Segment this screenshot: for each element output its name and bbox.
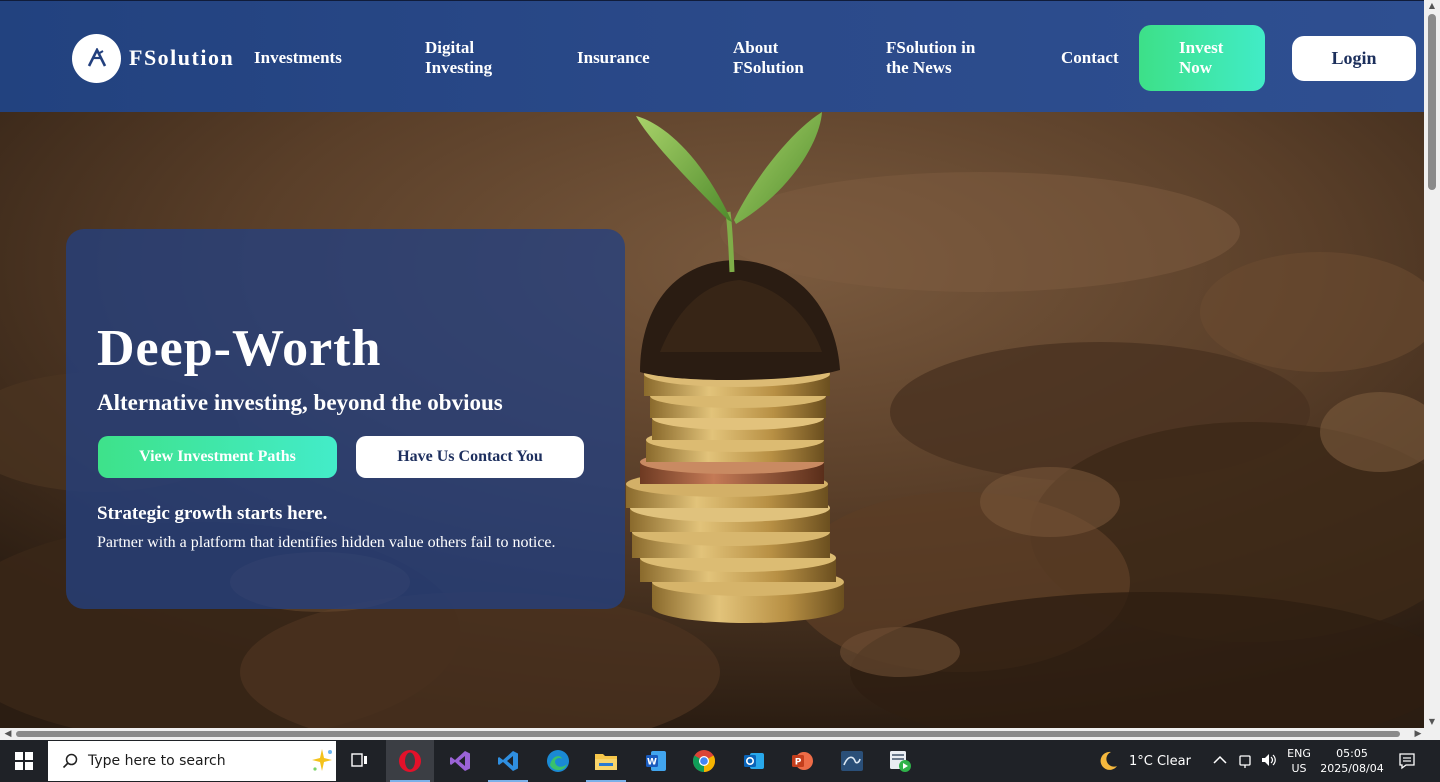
outlook-icon[interactable] (730, 740, 778, 782)
clock-time: 05:05 (1336, 747, 1368, 760)
brand[interactable]: FSolution (72, 33, 234, 83)
brand-name: FSolution (129, 45, 235, 70)
login-button[interactable]: Login (1292, 36, 1416, 81)
vertical-scrollbar[interactable]: ▲ ▼ (1424, 0, 1440, 728)
horizontal-scrollbar[interactable]: ◀ ▶ (0, 728, 1440, 740)
svg-text:P: P (795, 758, 802, 768)
browser-viewport: FSolution Investments Digital Investing … (0, 0, 1424, 728)
network-icon[interactable] (1238, 753, 1252, 769)
clock[interactable]: 05:05 2025/08/04 (1318, 746, 1386, 776)
chevron-up-icon[interactable] (1213, 755, 1227, 765)
scroll-right-arrow-icon[interactable]: ▶ (1412, 728, 1424, 740)
language-code: ENG (1287, 747, 1311, 760)
top-navigation: FSolution Investments Digital Investing … (0, 0, 1424, 112)
brand-logo-icon (72, 33, 121, 83)
windows-start-icon[interactable] (0, 740, 48, 782)
search-icon (62, 753, 78, 769)
task-view-icon[interactable] (336, 740, 384, 782)
moon-weather-icon[interactable] (1097, 750, 1119, 772)
nav-news[interactable]: FSolution in the News (886, 38, 975, 78)
file-explorer-icon[interactable] (582, 740, 630, 782)
vscode-icon[interactable] (484, 740, 532, 782)
view-investment-paths-button[interactable]: View Investment Paths (98, 436, 337, 478)
search-placeholder: Type here to search (88, 753, 226, 769)
hero-description: Partner with a platform that identifies … (97, 534, 556, 551)
nav-contact[interactable]: Contact (1061, 48, 1119, 68)
nav-investments[interactable]: Investments (254, 48, 342, 68)
notifications-icon[interactable] (1398, 752, 1416, 770)
have-us-contact-you-button[interactable]: Have Us Contact You (356, 436, 584, 478)
horizontal-scroll-thumb[interactable] (16, 731, 1400, 737)
mysql-workbench-icon[interactable] (828, 740, 876, 782)
scroll-down-arrow-icon[interactable]: ▼ (1424, 716, 1440, 728)
clock-date: 2025/08/04 (1320, 762, 1384, 775)
nav-digital-investing[interactable]: Digital Investing (425, 38, 492, 78)
svg-text:W: W (647, 758, 657, 768)
opera-browser-icon[interactable] (386, 740, 434, 782)
language-indicator[interactable]: ENG US (1284, 746, 1314, 776)
invest-now-button[interactable]: Invest Now (1139, 25, 1265, 91)
powerpoint-icon[interactable]: P (778, 740, 826, 782)
hero-title: Deep-Worth (97, 320, 382, 377)
copilot-sparkle-icon[interactable] (310, 747, 334, 775)
chrome-icon[interactable] (680, 740, 728, 782)
nav-about[interactable]: About FSolution (733, 38, 804, 78)
media-player-icon[interactable] (876, 740, 924, 782)
word-icon[interactable]: W (632, 740, 680, 782)
speaker-icon[interactable] (1260, 752, 1278, 768)
scroll-left-arrow-icon[interactable]: ◀ (2, 728, 14, 740)
hero-subtitle: Alternative investing, beyond the obviou… (97, 390, 503, 415)
hero-tagline: Strategic growth starts here. (97, 503, 328, 524)
windows-taskbar: Type here to search W P 1°C Clear ENG US… (0, 740, 1440, 782)
vertical-scroll-thumb[interactable] (1428, 14, 1436, 190)
keyboard-layout: US (1291, 762, 1307, 775)
visual-studio-icon[interactable] (436, 740, 484, 782)
weather-text[interactable]: 1°C Clear (1129, 754, 1191, 769)
taskbar-search-box[interactable]: Type here to search (48, 741, 336, 781)
scroll-up-arrow-icon[interactable]: ▲ (1424, 0, 1440, 12)
hero-card: Deep-Worth Alternative investing, beyond… (66, 229, 625, 609)
nav-insurance[interactable]: Insurance (577, 48, 650, 68)
coin-stack (626, 361, 844, 623)
edge-browser-icon[interactable] (534, 740, 582, 782)
